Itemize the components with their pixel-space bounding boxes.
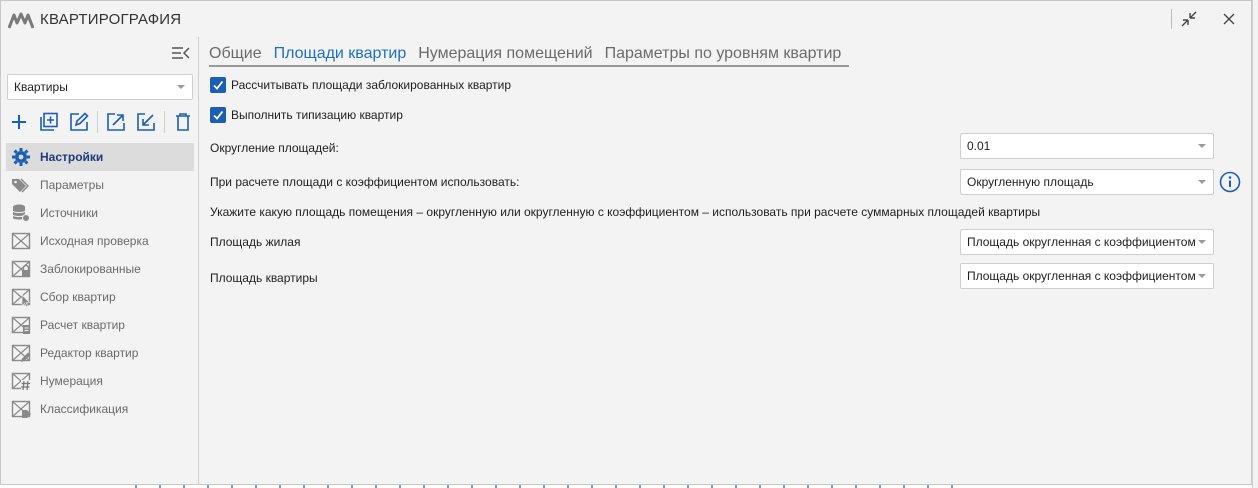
chevron-down-icon [1198,144,1206,148]
import-button[interactable] [134,110,158,134]
chevron-down-icon [1198,180,1206,184]
envelope-lock-icon [11,260,31,278]
chevron-down-icon [177,85,185,89]
coef-select-value: Округленную площадь [967,175,1094,189]
tab-apartment-areas[interactable]: Площади квартир [274,43,407,65]
sidebar-item-label: Заблокированные [40,262,141,276]
calc-blocked-row: Рассчитывать площади заблокированных ква… [210,77,511,93]
sidebar-item-label: Редактор квартир [40,346,139,360]
database-icon [12,204,30,222]
sidebar-toolbar [7,109,201,135]
background-window-edge [1252,0,1258,488]
sidebar-item-label: Сбор квартир [40,290,116,304]
apartment-area-select[interactable]: Площадь округленная с коэффициентом [960,263,1214,289]
tags-icon [12,178,30,193]
typify-checkbox[interactable] [210,107,226,123]
sidebar-item-numbering[interactable]: Нумерация [6,367,194,395]
checkmark-icon [213,110,224,120]
rounding-label: Округление площадей: [210,141,339,155]
copy-plus-icon [40,112,58,131]
sidebar-item-calculate[interactable]: Расчет квартир [6,311,194,339]
delete-button[interactable] [171,110,195,134]
edit-button[interactable] [67,110,91,134]
duplicate-button[interactable] [37,110,61,134]
sidebar-item-label: Исходная проверка [40,234,149,248]
envelope-edit-icon [11,344,31,362]
living-area-select-value: Площадь округленная с коэффициентом [967,235,1196,249]
sidebar-item-label: Настройки [40,150,104,164]
close-button[interactable] [1216,7,1242,31]
restore-button[interactable] [1176,7,1202,31]
sidebar-item-label: Параметры [40,178,104,192]
living-area-select[interactable]: Площадь округленная с коэффициентом [960,229,1214,255]
tab-general[interactable]: Общие [209,43,262,65]
add-button[interactable] [7,110,31,134]
sidebar-item-label: Расчет квартир [40,318,125,332]
title-bar: КВАРТИРОГРАФИЯ [1,1,1251,37]
envelope-cursor-icon [11,288,31,307]
collapse-sidebar-icon[interactable] [171,45,191,61]
sidebar-item-blocked[interactable]: Заблокированные [6,255,194,283]
toolbar-divider [164,111,165,133]
rounding-select-value: 0.01 [967,139,991,153]
tab-level-parameters[interactable]: Параметры по уровням квартир [605,43,842,65]
sidebar-nav: Настройки Параметры Источники Исходная п… [6,143,194,423]
chevron-down-icon [1198,274,1206,278]
sidebar-item-settings[interactable]: Настройки [6,143,194,171]
sidebar-item-label: Нумерация [40,374,103,388]
gear-icon [12,148,30,166]
edit-icon [70,112,89,131]
sidebar-item-label: Классификация [40,402,129,416]
calc-blocked-label: Рассчитывать площади заблокированных ква… [231,78,512,92]
coef-select[interactable]: Округленную площадь [960,169,1214,195]
living-area-label: Площадь жилая [210,235,301,249]
tab-bar: Общие Площади квартир Нумерация помещени… [209,43,849,67]
checkmark-icon [213,80,224,90]
envelope-tag-icon [11,400,31,418]
area-hint-text: Укажите какую площадь помещения – округл… [210,205,1041,219]
entity-dropdown[interactable]: Квартиры [7,74,193,100]
close-icon [1223,13,1235,25]
export-button[interactable] [104,110,128,134]
plus-icon [12,115,26,129]
sidebar-item-classification[interactable]: Классификация [6,395,194,423]
tab-room-numbering[interactable]: Нумерация помещений [418,43,592,65]
sidebar-divider [198,37,199,485]
titlebar-divider [1171,9,1172,29]
info-icon[interactable] [1219,171,1241,193]
sidebar-item-sources[interactable]: Источники [6,199,194,227]
coef-label: При расчете площади с коэффициентом испо… [210,175,520,189]
toolbar-divider [97,111,98,133]
window-title: КВАРТИРОГРАФИЯ [40,11,182,28]
envelope-hash-icon [11,372,31,391]
entity-dropdown-value: Квартиры [14,80,68,94]
sidebar-item-label: Источники [40,206,98,220]
collapse-arrows-icon [1181,11,1197,27]
apartment-area-label: Площадь квартиры [210,271,318,285]
sidebar-item-parameters[interactable]: Параметры [6,171,194,199]
sidebar-item-collect[interactable]: Сбор квартир [6,283,194,311]
sidebar: Квартиры Настройки Параметры Источники И… [1,37,198,485]
envelope-icon [11,232,31,250]
app-logo-icon [8,12,34,29]
typify-row: Выполнить типизацию квартир [210,107,403,123]
app-window: КВАРТИРОГРАФИЯ Квартиры Настройки Параме… [0,0,1252,485]
rounding-select[interactable]: 0.01 [960,133,1214,159]
calc-blocked-checkbox[interactable] [210,77,226,93]
apartment-area-select-value: Площадь округленная с коэффициентом [967,269,1196,283]
export-icon [107,113,125,131]
chevron-down-icon [1198,240,1206,244]
import-icon [137,113,155,131]
typify-label: Выполнить типизацию квартир [231,108,403,122]
sidebar-item-initial-check[interactable]: Исходная проверка [6,227,194,255]
trash-icon [176,113,190,131]
envelope-calc-icon [11,316,31,334]
sidebar-item-editor[interactable]: Редактор квартир [6,339,194,367]
